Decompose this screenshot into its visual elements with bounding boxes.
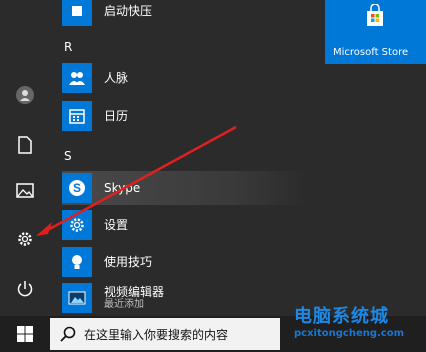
watermark-text: 电脑系统城 [294, 306, 389, 327]
search-placeholder: 在这里输入你要搜索的内容 [84, 327, 229, 342]
watermark: 电脑系统城 pcxitongcheng.com [288, 300, 426, 352]
start-button[interactable] [0, 316, 50, 352]
watermark-url: pcxitongcheng.com [294, 328, 405, 339]
windows-logo-icon [17, 326, 33, 342]
search-icon [60, 326, 76, 342]
taskbar-search-box[interactable]: 在这里输入你要搜索的内容 [50, 318, 280, 350]
